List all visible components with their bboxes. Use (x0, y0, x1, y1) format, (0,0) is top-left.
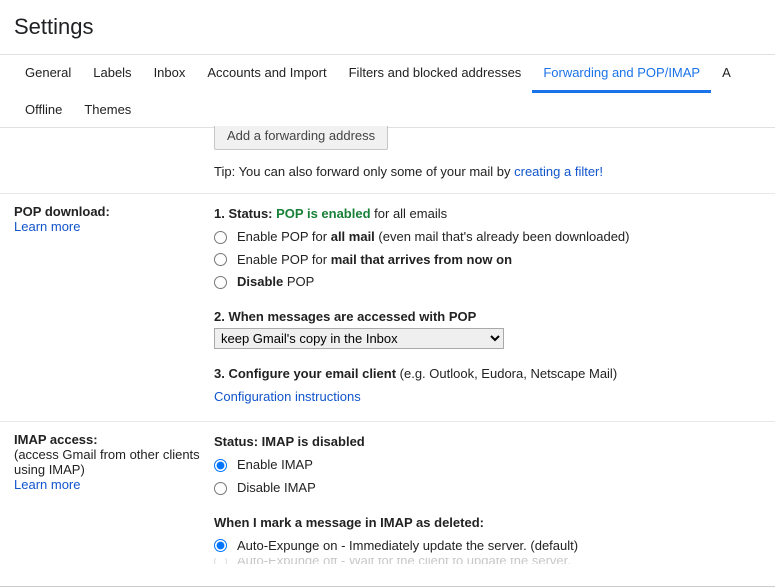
page-title: Settings (0, 0, 775, 54)
imap-expunge-off-text: Auto-Expunge off - Wait for the client t… (237, 558, 571, 564)
pop-disable-text: Disable POP (237, 272, 314, 293)
pop-config-instructions-link[interactable]: Configuration instructions (214, 389, 361, 404)
tab-addons-partial[interactable]: A (711, 55, 742, 92)
pop-learn-more-link[interactable]: Learn more (14, 219, 80, 234)
pop-when-label: 2. When messages are accessed with POP (214, 309, 476, 324)
pop-when-select[interactable]: keep Gmail's copy in the Inbox (214, 328, 504, 349)
pop-enable-all-radio[interactable] (214, 231, 227, 244)
pop-when-row: 2. When messages are accessed with POP k… (214, 307, 761, 350)
imap-expunge-on-row[interactable]: Auto-Expunge on - Immediately update the… (214, 536, 761, 557)
imap-learn-more-link[interactable]: Learn more (14, 477, 80, 492)
pop-body: 1. Status: POP is enabled for all emails… (214, 204, 761, 407)
pop-enable-all-text: Enable POP for all mail (even mail that'… (237, 227, 630, 248)
pop-label-column: POP download: Learn more (14, 204, 214, 407)
imap-sublabel: (access Gmail from other clients using I… (14, 447, 204, 477)
imap-body: Status: IMAP is disabled Enable IMAP Dis… (214, 432, 761, 564)
pop-configure-suffix: (e.g. Outlook, Eudora, Netscape Mail) (396, 366, 617, 381)
imap-disable-text: Disable IMAP (237, 478, 316, 499)
pop-enable-now-text: Enable POP for mail that arrives from no… (237, 250, 512, 271)
pop-status-prefix: 1. Status: (214, 206, 276, 221)
tab-offline[interactable]: Offline (14, 92, 73, 127)
forwarding-tip-text: Tip: You can also forward only some of y… (214, 164, 514, 179)
imap-deleted-label: When I mark a message in IMAP as deleted… (214, 513, 761, 534)
imap-expunge-off-radio[interactable] (214, 558, 227, 564)
pop-disable-row[interactable]: Disable POP (214, 272, 761, 293)
imap-expunge-on-text: Auto-Expunge on - Immediately update the… (237, 536, 578, 557)
imap-disable-radio[interactable] (214, 482, 227, 495)
forwarding-section: Add a forwarding address Tip: You can al… (0, 126, 775, 194)
imap-enable-row[interactable]: Enable IMAP (214, 455, 761, 476)
pop-configure-label: 3. Configure your email client (214, 366, 396, 381)
settings-tabs: General Labels Inbox Accounts and Import… (0, 54, 775, 128)
tab-general[interactable]: General (14, 55, 82, 92)
forwarding-tip: Tip: You can also forward only some of y… (214, 164, 775, 179)
settings-content: Add a forwarding address Tip: You can al… (0, 126, 775, 587)
imap-expunge-off-row[interactable]: Auto-Expunge off - Wait for the client t… (214, 558, 761, 564)
pop-status-line: 1. Status: POP is enabled for all emails (214, 204, 761, 225)
tab-themes[interactable]: Themes (73, 92, 142, 127)
imap-access-label: IMAP access: (14, 432, 204, 447)
tab-accounts[interactable]: Accounts and Import (196, 55, 337, 92)
pop-download-label: POP download: (14, 204, 204, 219)
tab-filters[interactable]: Filters and blocked addresses (338, 55, 533, 92)
pop-enable-now-radio[interactable] (214, 253, 227, 266)
add-forwarding-button[interactable]: Add a forwarding address (214, 126, 388, 150)
imap-label-column: IMAP access: (access Gmail from other cl… (14, 432, 214, 564)
pop-enable-all-row[interactable]: Enable POP for all mail (even mail that'… (214, 227, 761, 248)
imap-disable-row[interactable]: Disable IMAP (214, 478, 761, 499)
imap-status: Status: IMAP is disabled (214, 432, 761, 453)
tab-forwarding[interactable]: Forwarding and POP/IMAP (532, 55, 711, 93)
pop-configure-row: 3. Configure your email client (e.g. Out… (214, 364, 761, 385)
imap-enable-text: Enable IMAP (237, 455, 313, 476)
tab-labels[interactable]: Labels (82, 55, 142, 92)
imap-enable-radio[interactable] (214, 459, 227, 472)
pop-status-value: POP is enabled (276, 206, 370, 221)
create-filter-link[interactable]: creating a filter! (514, 164, 603, 179)
pop-status-suffix: for all emails (371, 206, 448, 221)
tab-inbox[interactable]: Inbox (143, 55, 197, 92)
pop-enable-now-row[interactable]: Enable POP for mail that arrives from no… (214, 250, 761, 271)
pop-section: POP download: Learn more 1. Status: POP … (0, 194, 775, 422)
imap-expunge-on-radio[interactable] (214, 539, 227, 552)
imap-section: IMAP access: (access Gmail from other cl… (0, 422, 775, 578)
pop-disable-radio[interactable] (214, 276, 227, 289)
